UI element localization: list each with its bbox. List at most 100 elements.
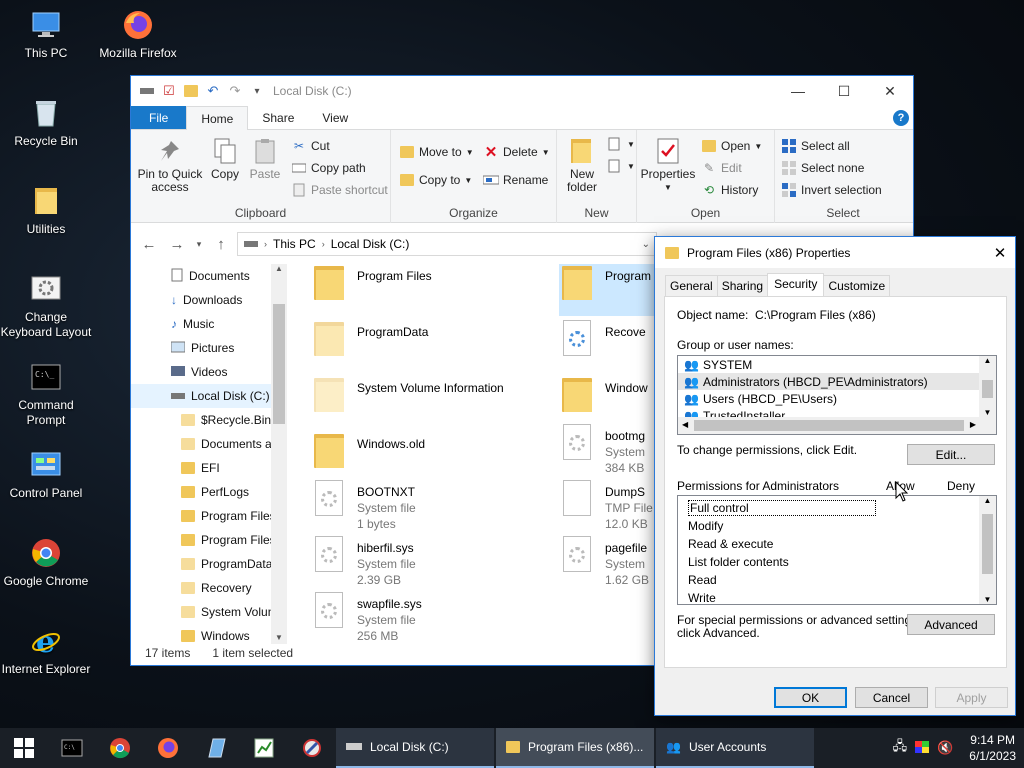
open-button[interactable]: Open ▼ [701,138,762,154]
taskbar-task-user-accounts[interactable]: 👥 User Accounts [656,728,814,768]
pin-quick-access-button[interactable]: Pin to Quick access [135,136,205,194]
nav-item-folder[interactable]: Documents a [131,432,286,456]
scroll-thumb[interactable] [982,514,993,574]
copy-button[interactable]: Copy [207,136,243,181]
tab-sharing[interactable]: Sharing [716,275,769,296]
apply-button[interactable]: Apply [935,687,1008,708]
chevron-down-icon[interactable]: ⌄ [642,239,650,250]
clock[interactable]: 9:14 PM 6/1/2023 [969,732,1016,764]
nav-item-music[interactable]: ♪ Music [131,312,286,336]
nav-item-folder[interactable]: $Recycle.Bin [131,408,286,432]
nav-item-documents[interactable]: Documents [131,264,286,288]
taskbar-task-properties[interactable]: Program Files (x86)... [496,728,654,768]
edit-button[interactable]: Edit... [907,444,995,465]
breadcrumb-this-pc[interactable]: This PC [273,237,316,251]
forward-arrow-icon[interactable]: → [163,236,191,253]
scroll-up-icon[interactable]: ▲ [271,264,287,273]
move-to-button[interactable]: Move to ▼ [399,144,474,160]
tab-customize[interactable]: Customize [823,275,891,296]
desktop-icon-internet-explorer[interactable]: e Internet Explorer [0,624,92,677]
easy-access-button[interactable]: ▼ [607,158,635,174]
tab-share[interactable]: Share [248,106,308,129]
breadcrumb-local-disk[interactable]: Local Disk (C:) [331,237,410,251]
edit-button[interactable]: ✎ Edit [701,160,742,176]
user-list[interactable]: 👥 SYSTEM 👥 Administrators (HBCD_PE\Adminis… [677,355,997,435]
desktop-icon-chrome[interactable]: Google Chrome [0,536,92,589]
select-none-button[interactable]: Select none [781,160,864,176]
start-button[interactable] [0,728,48,768]
nav-item-downloads[interactable]: ↓ Downloads [131,288,286,312]
help-icon[interactable]: ? [893,110,909,126]
copy-to-button[interactable]: Copy to ▼ [399,172,472,188]
new-folder-button[interactable]: New folder [561,136,603,194]
scroll-up-icon[interactable]: ▲ [979,496,996,505]
desktop-icon-recycle-bin[interactable]: Recycle Bin [0,96,92,149]
user-list-hscroll[interactable]: ◀ ▶ [678,417,996,434]
nav-item-videos[interactable]: Videos [131,360,286,384]
scroll-right-icon[interactable]: ▶ [970,420,976,429]
tab-file[interactable]: File [131,106,187,129]
nav-item-folder[interactable]: PerfLogs [131,480,286,504]
history-button[interactable]: ⟲ History [701,182,758,198]
permissions-vscroll[interactable]: ▲ ▼ [979,496,996,604]
desktop-icon-command-prompt[interactable]: C:\_ Command Prompt [0,360,92,428]
tab-general[interactable]: General [665,275,718,296]
cancel-button[interactable]: Cancel [855,687,928,708]
back-arrow-icon[interactable]: ← [135,236,163,253]
nav-item-folder[interactable]: Program Files [131,504,286,528]
recent-chevron-icon[interactable]: ▾ [191,239,207,250]
nav-item-local-disk[interactable]: Local Disk (C:) [131,384,286,408]
nav-item-folder[interactable]: Recovery [131,576,286,600]
paste-shortcut-button[interactable]: Paste shortcut [291,182,388,198]
advanced-button[interactable]: Advanced [907,614,995,635]
permission-row[interactable]: List folder contents [678,553,996,571]
delete-button[interactable]: ✕ Delete ▼ [483,144,550,161]
tab-home[interactable]: Home [186,106,249,131]
close-button[interactable]: ✕ [867,76,913,106]
network-icon[interactable]: 🖧 [893,737,908,759]
redo-icon[interactable]: ↷ [227,83,243,99]
file-item[interactable]: BOOTNXT System file 1 bytes [311,480,561,532]
nav-item-folder[interactable]: System Volun [131,600,286,624]
scroll-thumb[interactable] [694,420,964,431]
list-item[interactable]: 👥 Users (HBCD_PE\Users) [678,390,996,407]
nav-item-folder[interactable]: ProgramData [131,552,286,576]
file-item[interactable]: swapfile.sys System file 256 MB [311,592,561,644]
file-item[interactable]: hiberfil.sys System file 2.39 GB [311,536,561,588]
nav-item-folder[interactable]: EFI [131,456,286,480]
color-app-icon[interactable] [915,740,930,756]
file-item[interactable]: System Volume Information [311,376,561,428]
tab-view[interactable]: View [308,106,362,129]
permission-row[interactable]: Read & execute [678,535,996,553]
maximize-button[interactable]: ☐ [821,76,867,106]
paste-button[interactable]: Paste [247,136,283,181]
scroll-thumb[interactable] [982,380,993,398]
properties-button[interactable]: Properties ▼ [637,136,699,194]
scroll-thumb[interactable] [273,304,285,424]
file-item[interactable]: ProgramData [311,320,561,372]
permission-row[interactable]: Read [678,571,996,589]
close-button[interactable]: ✕ [985,244,1015,262]
new-folder-icon[interactable] [183,83,199,99]
undo-icon[interactable]: ↶ [205,83,221,99]
nav-scrollbar[interactable]: ▲ ▼ [271,264,287,644]
minimize-button[interactable]: — [775,76,821,106]
user-list-vscroll[interactable]: ▲ ▼ [979,356,996,417]
list-item-selected[interactable]: 👥 Administrators (HBCD_PE\Administrators) [678,373,996,390]
desktop-icon-control-panel[interactable]: Control Panel [0,448,92,501]
rename-button[interactable]: Rename [483,172,548,188]
taskbar-chrome[interactable] [96,728,144,768]
scroll-up-icon[interactable]: ▲ [979,356,996,365]
select-all-button[interactable]: Select all [781,138,850,154]
up-arrow-icon[interactable]: ↑ [207,236,235,253]
file-item[interactable]: Windows.old [311,432,561,484]
taskbar-task-local-disk[interactable]: Local Disk (C:) [336,728,494,768]
taskbar-app-chart[interactable] [240,728,288,768]
chevron-down-icon[interactable]: ▾ [249,83,265,99]
permissions-list[interactable]: Full control Modify Read & execute List … [677,495,997,605]
scroll-left-icon[interactable]: ◀ [682,420,688,429]
ok-button[interactable]: OK [774,687,847,708]
invert-selection-button[interactable]: Invert selection [781,182,882,198]
taskbar-app-tool[interactable] [288,728,336,768]
desktop-icon-keyboard-layout[interactable]: Change Keyboard Layout [0,272,92,340]
